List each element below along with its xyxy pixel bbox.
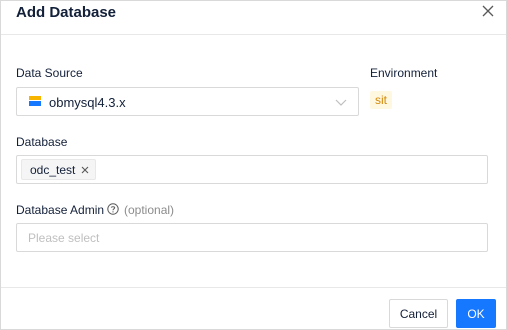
datasource-icon xyxy=(29,96,41,106)
ok-button[interactable]: OK xyxy=(456,299,496,328)
cancel-button[interactable]: Cancel xyxy=(389,299,448,328)
database-admin-label: Database Admin xyxy=(16,203,105,217)
environment-badge: sit xyxy=(370,91,392,109)
database-admin-select[interactable]: Please select xyxy=(16,223,488,252)
add-database-dialog: Add Database Data Source obmysql4.3.x En… xyxy=(0,0,507,330)
dialog-footer: Cancel OK xyxy=(1,287,506,330)
dialog-title: Add Database xyxy=(16,4,117,21)
database-tag-label: odc_test xyxy=(30,162,76,177)
data-source-value: obmysql4.3.x xyxy=(49,95,126,110)
help-icon[interactable] xyxy=(107,203,119,215)
database-tag: odc_test xyxy=(21,159,97,180)
optional-hint: (optional) xyxy=(124,203,175,217)
environment-label: Environment xyxy=(370,66,438,80)
database-admin-placeholder: Please select xyxy=(28,231,100,245)
close-icon[interactable] xyxy=(480,3,496,19)
data-source-select[interactable]: obmysql4.3.x xyxy=(16,87,359,116)
dialog-header: Add Database xyxy=(1,1,506,35)
data-source-label: Data Source xyxy=(16,66,83,80)
chevron-down-icon xyxy=(335,99,347,106)
database-label: Database xyxy=(16,135,68,149)
tag-close-icon[interactable] xyxy=(81,166,89,174)
database-select[interactable]: odc_test xyxy=(16,155,488,184)
